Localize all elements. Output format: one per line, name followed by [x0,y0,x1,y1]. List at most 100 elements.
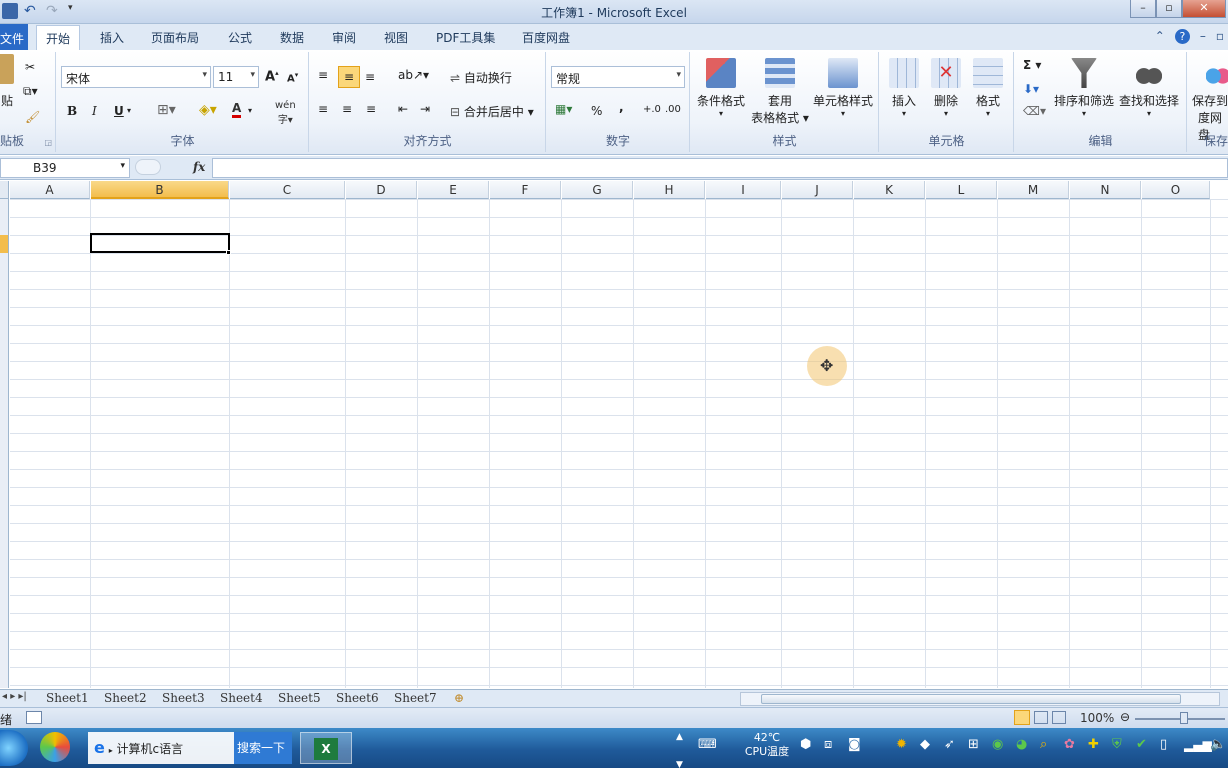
cpu-temp-widget[interactable]: 42℃ CPU温度 [740,731,794,759]
font-shrink-button[interactable]: A▾ [287,71,298,84]
tab-file[interactable]: 文件 [0,24,28,50]
align-bottom-icon[interactable]: ≡ [365,70,375,84]
horizontal-scrollbar[interactable] [740,692,1220,706]
maximize-button[interactable]: ▫ [1156,0,1182,18]
tray-wechat-icon[interactable]: ◕ [1016,738,1027,752]
align-middle-icon[interactable]: ≡ [338,66,360,88]
percent-button[interactable]: % [591,104,602,118]
wrap-text-button[interactable]: ⇌ 自动换行 [450,69,512,86]
column-header-k[interactable]: K [854,181,925,199]
tab-pdf-tools[interactable]: PDF工具集 [436,29,495,46]
cell-styles-button[interactable]: 单元格样式 ▾ [811,58,875,118]
column-header-m[interactable]: M [998,181,1069,199]
sheet-tab-5[interactable]: Sheet5 [278,690,321,707]
keyboard-icon[interactable]: ⌨ [698,738,717,752]
tray-check-icon[interactable]: ✔ [1136,738,1147,752]
page-layout-view-icon[interactable] [1034,711,1048,724]
tab-insert[interactable]: 插入 [100,29,124,46]
tray-security-icon[interactable]: ⛨ [1112,738,1122,752]
orientation-icon[interactable]: ab↗▾ [398,68,429,82]
tray-plus-icon[interactable]: ✚ [1088,738,1099,752]
search-button[interactable]: 搜索一下 [234,732,292,764]
increase-decimal-icon[interactable]: +.0 [643,104,661,115]
column-header-d[interactable]: D [346,181,417,199]
autosum-button[interactable]: Σ ▾ [1023,58,1041,72]
column-header-c[interactable]: C [230,181,345,199]
tab-home[interactable]: 开始 [36,25,81,50]
format-painter-icon[interactable]: 🖌 [25,110,40,124]
tray-monitor-icon[interactable]: ⧈ [824,738,832,752]
column-header-j[interactable]: J [782,181,853,199]
tray-360-icon[interactable]: ◉ [992,738,1003,752]
number-format-select[interactable]: 常规 ▾ [551,66,685,88]
increase-indent-icon[interactable]: ⇥ [420,102,430,116]
sheet-tab-7[interactable]: Sheet7 [394,690,437,707]
column-header-g[interactable]: G [562,181,633,199]
decrease-indent-icon[interactable]: ⇤ [398,102,408,116]
volume-icon[interactable]: 🔈 [1210,738,1226,752]
formula-bar-toggle[interactable] [135,159,161,175]
tab-review[interactable]: 审阅 [332,29,356,46]
column-header-i[interactable]: I [706,181,781,199]
tray-flower-icon[interactable]: ✿ [1064,738,1075,752]
start-button[interactable] [0,730,28,766]
border-icon[interactable]: ⊞▾ [157,102,176,118]
tab-view[interactable]: 视图 [384,29,408,46]
tray-windows-icon[interactable]: ⊞ [968,738,979,752]
fill-color-icon[interactable]: ◈▾ [199,102,217,118]
ribbon-collapse-icon[interactable]: ⌃ [1155,29,1165,44]
doc-minimize-icon[interactable]: – [1200,29,1206,44]
font-name-select[interactable]: 宋体 ▾ [61,66,211,88]
macro-record-icon[interactable] [26,711,42,724]
taskbar-colorful-app-icon[interactable] [40,732,80,764]
tray-battery-icon[interactable]: ▯ [1160,738,1167,752]
fill-icon[interactable]: ⬇▾ [1023,82,1039,96]
font-size-select[interactable]: 11 ▾ [213,66,259,88]
tray-shield-icon[interactable]: ◆ [920,738,930,752]
sheet-tab-4[interactable]: Sheet4 [220,690,263,707]
sheet-tab-6[interactable]: Sheet6 [336,690,379,707]
align-right-icon[interactable]: ≡ [366,102,376,116]
column-header-a[interactable]: A [10,181,90,199]
column-header-b[interactable]: B [91,181,229,199]
font-color-button[interactable]: A [232,102,242,118]
insert-function-icon[interactable]: fx [193,160,205,174]
help-icon[interactable]: ? [1174,29,1190,44]
zoom-level[interactable]: 100% [1080,711,1114,725]
formula-input[interactable] [212,158,1228,178]
name-box-dropdown-icon[interactable]: ▾ [120,161,125,171]
tab-formulas[interactable]: 公式 [228,29,252,46]
horizontal-scroll-thumb[interactable] [761,694,1181,704]
doc-restore-icon[interactable]: ▫ [1216,29,1224,44]
tray-sun-icon[interactable]: ✹ [896,738,907,752]
font-color-dropdown-icon[interactable]: ▾ [248,106,252,115]
row-header-strip[interactable] [0,199,9,688]
column-header-f[interactable]: F [490,181,561,199]
dialog-launcher-icon[interactable]: ◲ [44,138,52,147]
align-left-icon[interactable]: ≡ [318,102,328,116]
merge-center-button[interactable]: ⊟ 合并后居中 ▾ [450,103,534,120]
sheet-tab-2[interactable]: Sheet2 [104,690,147,707]
normal-view-icon[interactable] [1014,710,1030,725]
page-break-view-icon[interactable] [1052,711,1066,724]
row-header-selected[interactable] [0,235,9,253]
delete-cells-button[interactable]: ✕ 删除 ▾ [928,58,964,118]
zoom-out-icon[interactable]: ⊖ [1120,710,1130,724]
column-header-h[interactable]: H [634,181,705,199]
decrease-decimal-icon[interactable]: .00 [665,104,681,115]
tray-scroll-icon[interactable]: ▲ ▼ [676,730,683,768]
format-cells-button[interactable]: 格式 ▾ [970,58,1006,118]
zoom-slider-thumb[interactable] [1180,712,1188,724]
italic-button[interactable]: I [92,104,97,118]
save-to-netdisk-button[interactable]: 保存到 度网盘 [1192,58,1228,143]
taskbar-excel-item[interactable]: X [300,732,352,764]
column-header-o[interactable]: O [1142,181,1210,199]
paste-button[interactable]: 贴 [0,54,14,109]
align-top-icon[interactable]: ≡ [318,68,328,82]
taskbar-ie-item[interactable]: e ▸ 计算机c语言 [88,732,234,764]
accounting-format-icon[interactable]: ▦▾ [555,102,572,116]
cut-icon[interactable]: ✂ [25,60,35,74]
sheet-nav-icons[interactable]: ◂ ▸ ▸| [2,691,27,702]
tray-arrow-icon[interactable]: ➶ [944,738,955,752]
conditional-formatting-button[interactable]: 条件格式 ▾ [695,58,747,118]
